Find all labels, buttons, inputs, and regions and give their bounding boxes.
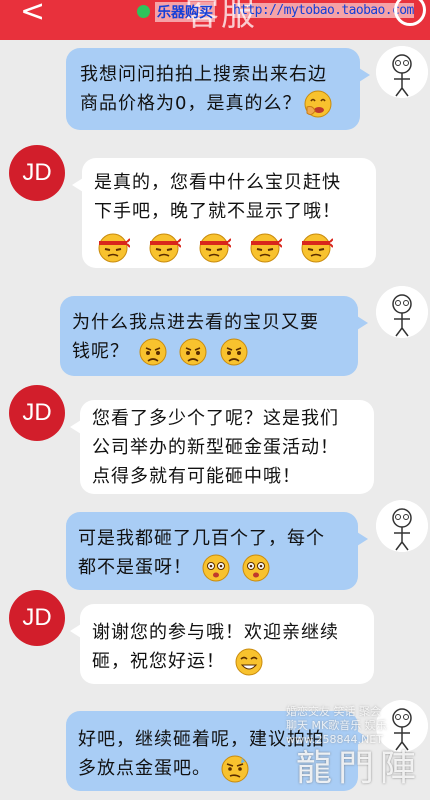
fighting-emoji-icon bbox=[98, 233, 130, 263]
emoji-row bbox=[94, 230, 368, 264]
message-line-text: 都不是蛋呀！ bbox=[78, 557, 192, 578]
refresh-icon[interactable] bbox=[394, 0, 426, 26]
user-avatar[interactable] bbox=[376, 46, 428, 98]
message-bubble: 我想问问拍拍上搜索出来右边 商品价格为0，是真的么？ bbox=[66, 48, 370, 130]
stick-figure-icon bbox=[376, 286, 428, 338]
message-line: 点得多就有可能砸中哦！ bbox=[92, 466, 301, 487]
sad-emoji-icon bbox=[179, 338, 207, 366]
jd-avatar-text: JD bbox=[22, 399, 52, 426]
message-bubble: 谢谢您的参与哦！欢迎亲继续 砸，祝您好运！ bbox=[70, 604, 374, 684]
sad-emoji-icon bbox=[220, 338, 248, 366]
back-arrow-icon: < bbox=[20, 0, 46, 29]
jd-avatar-text: JD bbox=[22, 159, 52, 186]
message-line: 公司举办的新型砸金蛋活动！ bbox=[92, 437, 339, 458]
user-avatar[interactable] bbox=[376, 286, 428, 338]
message-bubble: 为什么我点进去看的宝贝又要 钱呢？ bbox=[60, 296, 368, 376]
message-line-text: 砸，祝您好运！ bbox=[92, 651, 225, 672]
shocked-emoji-icon bbox=[242, 554, 270, 582]
watermark-dot-icon bbox=[137, 5, 150, 18]
message-line: 商品价格为0，是真的么？ bbox=[80, 89, 350, 119]
shop-watermark: 乐器购买 bbox=[155, 2, 215, 22]
fighting-emoji-icon bbox=[199, 233, 232, 263]
top-bar: < 客服 乐器购买 http://mytobao.taobao.com bbox=[0, 0, 430, 40]
stick-figure-icon bbox=[376, 46, 428, 98]
message-bubble: 可是我都砸了几百个了，每个 都不是蛋呀！ bbox=[66, 512, 368, 590]
back-button[interactable]: < bbox=[20, 0, 56, 30]
message-line: 都不是蛋呀！ bbox=[78, 553, 352, 583]
message-bubble: 是真的，您看中什么宝贝赶快 下手吧，晚了就不显示了哦！ bbox=[72, 158, 376, 268]
grin-emoji-icon bbox=[235, 648, 263, 676]
fighting-emoji-icon bbox=[301, 233, 333, 263]
watermark-line: 婚恋交友 笑话 聚会 bbox=[286, 705, 381, 718]
jd-avatar[interactable]: JD bbox=[9, 590, 65, 646]
user-avatar[interactable] bbox=[376, 500, 428, 552]
fighting-emoji-icon bbox=[250, 233, 283, 263]
stick-figure-icon bbox=[376, 500, 428, 552]
message-line: 可是我都砸了几百个了，每个 bbox=[78, 528, 325, 549]
site-watermark: 婚恋交友 笑话 聚会 聊天 MK歌音乐 娱乐 www.258844.NET 龍門… bbox=[286, 705, 430, 800]
shop-url-watermark: http://mytobao.taobao.com bbox=[233, 3, 414, 18]
message-line: 我想问问拍拍上搜索出来右边 bbox=[80, 64, 327, 85]
message-line: 砸，祝您好运！ bbox=[92, 647, 368, 677]
message-line-text: 多放点金蛋吧。 bbox=[78, 758, 211, 779]
annoyed-emoji-icon bbox=[221, 755, 249, 783]
jd-avatar[interactable]: JD bbox=[9, 145, 65, 201]
jd-avatar-text: JD bbox=[22, 604, 52, 631]
message-line: 为什么我点进去看的宝贝又要 bbox=[72, 312, 319, 333]
shocked-emoji-icon bbox=[202, 554, 230, 582]
message-line-text: 商品价格为0，是真的么？ bbox=[80, 93, 302, 114]
watermark-line: www.258844.NET bbox=[286, 733, 383, 746]
sad-emoji-icon bbox=[139, 338, 167, 366]
fighting-emoji-icon bbox=[149, 233, 181, 263]
message-line-text: 钱呢？ bbox=[72, 341, 129, 362]
message-line: 钱呢？ bbox=[72, 337, 350, 367]
giggle-emoji-icon bbox=[304, 90, 332, 118]
message-line: 下手吧，晚了就不显示了哦！ bbox=[94, 201, 341, 222]
watermark-logo: 龍門陣 bbox=[296, 748, 423, 789]
message-line: 是真的，您看中什么宝贝赶快 bbox=[94, 172, 341, 193]
message-bubble: 您看了多少个了呢？这是我们 公司举办的新型砸金蛋活动！ 点得多就有可能砸中哦！ bbox=[70, 400, 374, 494]
watermark-line: 聊天 MK歌音乐 娱乐 bbox=[286, 719, 387, 732]
message-line: 您看了多少个了呢？这是我们 bbox=[92, 408, 339, 429]
message-line: 谢谢您的参与哦！欢迎亲继续 bbox=[92, 622, 339, 643]
jd-avatar[interactable]: JD bbox=[9, 385, 65, 441]
